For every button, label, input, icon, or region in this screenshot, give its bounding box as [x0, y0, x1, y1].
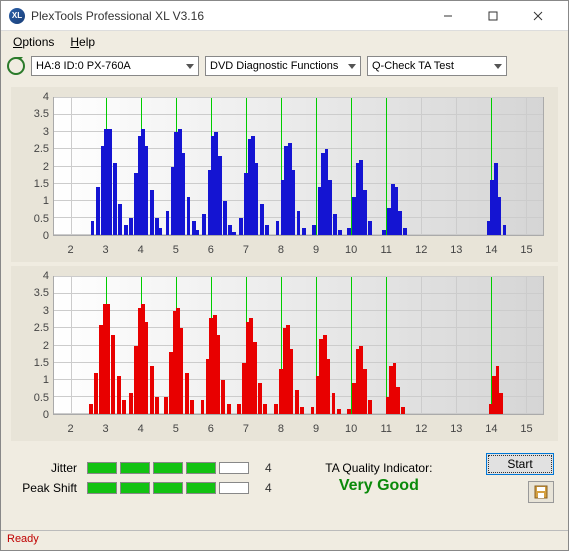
- meter-segment: [120, 462, 150, 474]
- window-title: PlexTools Professional XL V3.16: [31, 9, 425, 23]
- start-button[interactable]: Start: [486, 453, 554, 475]
- charts-area: 00.511.522.533.5423456789101112131415 00…: [1, 79, 568, 447]
- chevron-down-icon: [186, 64, 194, 69]
- menubar: Options Help: [1, 31, 568, 53]
- titlebar: XL PlexTools Professional XL V3.16: [1, 1, 568, 31]
- menu-help[interactable]: Help: [64, 33, 101, 51]
- menu-options[interactable]: Options: [7, 33, 60, 51]
- chart-top: 00.511.522.533.5423456789101112131415: [11, 87, 558, 262]
- jitter-meter: Jitter 4: [15, 461, 272, 475]
- bottom-panel: Jitter 4 Peak Shift 4 TA Quality Indicat…: [1, 447, 568, 509]
- functions-select[interactable]: DVD Diagnostic Functions: [205, 56, 361, 76]
- minimize-button[interactable]: [425, 2, 470, 30]
- refresh-icon[interactable]: [7, 57, 25, 75]
- meter-segment: [186, 462, 216, 474]
- device-select[interactable]: HA:8 ID:0 PX-760A: [31, 56, 199, 76]
- app-logo-icon: XL: [9, 8, 25, 24]
- chevron-down-icon: [494, 64, 502, 69]
- peakshift-meter: Peak Shift 4: [15, 481, 272, 495]
- close-button[interactable]: [515, 2, 560, 30]
- chart-bottom: 00.511.522.533.5423456789101112131415: [11, 266, 558, 441]
- quality-indicator: TA Quality Indicator: Very Good: [284, 461, 474, 495]
- meter-segment: [153, 482, 183, 494]
- meter-segment: [219, 482, 249, 494]
- status-bar: Ready: [1, 530, 568, 550]
- toolbar: HA:8 ID:0 PX-760A DVD Diagnostic Functio…: [1, 53, 568, 79]
- chevron-down-icon: [348, 64, 356, 69]
- meter-segment: [120, 482, 150, 494]
- meter-segment: [219, 462, 249, 474]
- test-select[interactable]: Q-Check TA Test: [367, 56, 507, 76]
- maximize-button[interactable]: [470, 2, 515, 30]
- meter-segment: [87, 462, 117, 474]
- save-icon-button[interactable]: [528, 481, 554, 503]
- meter-segment: [153, 462, 183, 474]
- meter-segment: [186, 482, 216, 494]
- meter-segment: [87, 482, 117, 494]
